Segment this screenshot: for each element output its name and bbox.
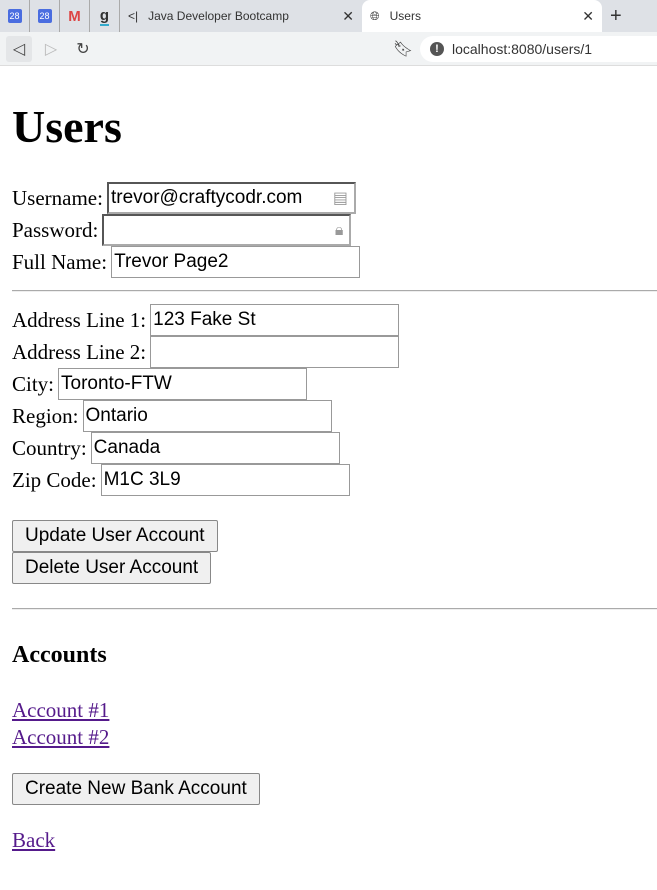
address2-input[interactable] <box>150 336 400 368</box>
address1-label: Address Line 1: <box>12 307 147 332</box>
account-link[interactable]: Account #1 <box>12 697 645 724</box>
code-icon: <| <box>128 9 139 23</box>
full-name-label: Full Name: <box>12 249 108 274</box>
tab-title: Java Developer Bootcamp <box>148 9 289 23</box>
password-label: Password: <box>12 217 99 242</box>
region-label: Region: <box>12 403 79 428</box>
address2-label: Address Line 2: <box>12 339 147 364</box>
password-manager-icon[interactable]: 🔒︎ <box>335 220 344 240</box>
update-user-button[interactable]: Update User Account <box>12 520 218 552</box>
browser-toolbar: ◁ ▷ ↻ 🔖︎ ! localhost:8080/users/1 <box>0 32 657 66</box>
city-input[interactable] <box>58 368 308 400</box>
country-input[interactable] <box>90 432 340 464</box>
region-input[interactable] <box>82 400 332 432</box>
divider <box>12 608 657 610</box>
page-title: Users <box>12 101 122 152</box>
password-input[interactable] <box>102 214 352 246</box>
zip-input[interactable] <box>100 464 350 496</box>
pinned-tab-calendar-2[interactable]: 28 <box>30 0 60 32</box>
accounts-heading: Accounts <box>12 642 107 668</box>
account-link[interactable]: Account #2 <box>12 724 645 751</box>
contact-card-icon[interactable]: ▤ <box>333 188 348 207</box>
calendar-icon: 28 <box>37 9 52 23</box>
app-icon: g <box>99 6 110 26</box>
gmail-icon: M <box>68 7 81 25</box>
username-label: Username: <box>12 185 103 210</box>
username-input[interactable] <box>106 182 356 214</box>
delete-user-button[interactable]: Delete User Account <box>12 552 212 584</box>
tab-title: Users <box>389 9 421 23</box>
tab-java-developer-bootcamp[interactable]: <| Java Developer Bootcamp ✕ <box>120 0 362 32</box>
back-link[interactable]: Back <box>12 827 645 854</box>
pinned-tab-app[interactable]: g <box>90 0 120 32</box>
back-icon[interactable]: ◁ <box>6 35 32 62</box>
divider <box>12 290 657 292</box>
close-tab-icon[interactable]: ✕ <box>582 8 594 25</box>
zip-label: Zip Code: <box>12 467 97 492</box>
bookmark-icon[interactable]: 🔖︎ <box>390 36 416 62</box>
pinned-tab-calendar-1[interactable]: 28 <box>0 0 30 32</box>
tab-bar: 28 28 M g <| Java Developer Bootcamp ✕ 🌐… <box>0 0 657 32</box>
create-bank-account-button[interactable]: Create New Bank Account <box>12 773 260 805</box>
tab-users[interactable]: 🌐︎ Users ✕ <box>362 0 602 32</box>
address1-input[interactable] <box>150 304 400 336</box>
reload-icon[interactable]: ↻ <box>70 36 96 62</box>
forward-icon[interactable]: ▷ <box>38 36 64 62</box>
pinned-tab-gmail[interactable]: M <box>60 0 90 32</box>
url-text: localhost:8080/users/1 <box>452 41 593 57</box>
page-content: Users Username:▤ Password:🔒︎ Full Name: … <box>0 102 657 854</box>
calendar-icon: 28 <box>7 9 22 23</box>
country-label: Country: <box>12 435 87 460</box>
full-name-input[interactable] <box>111 246 361 278</box>
globe-icon: 🌐︎ <box>370 8 380 23</box>
city-label: City: <box>12 371 55 396</box>
address-bar[interactable]: ! localhost:8080/users/1 <box>420 36 657 62</box>
close-tab-icon[interactable]: ✕ <box>342 8 354 25</box>
new-tab-button[interactable]: + <box>602 0 630 32</box>
info-icon: ! <box>430 42 444 56</box>
